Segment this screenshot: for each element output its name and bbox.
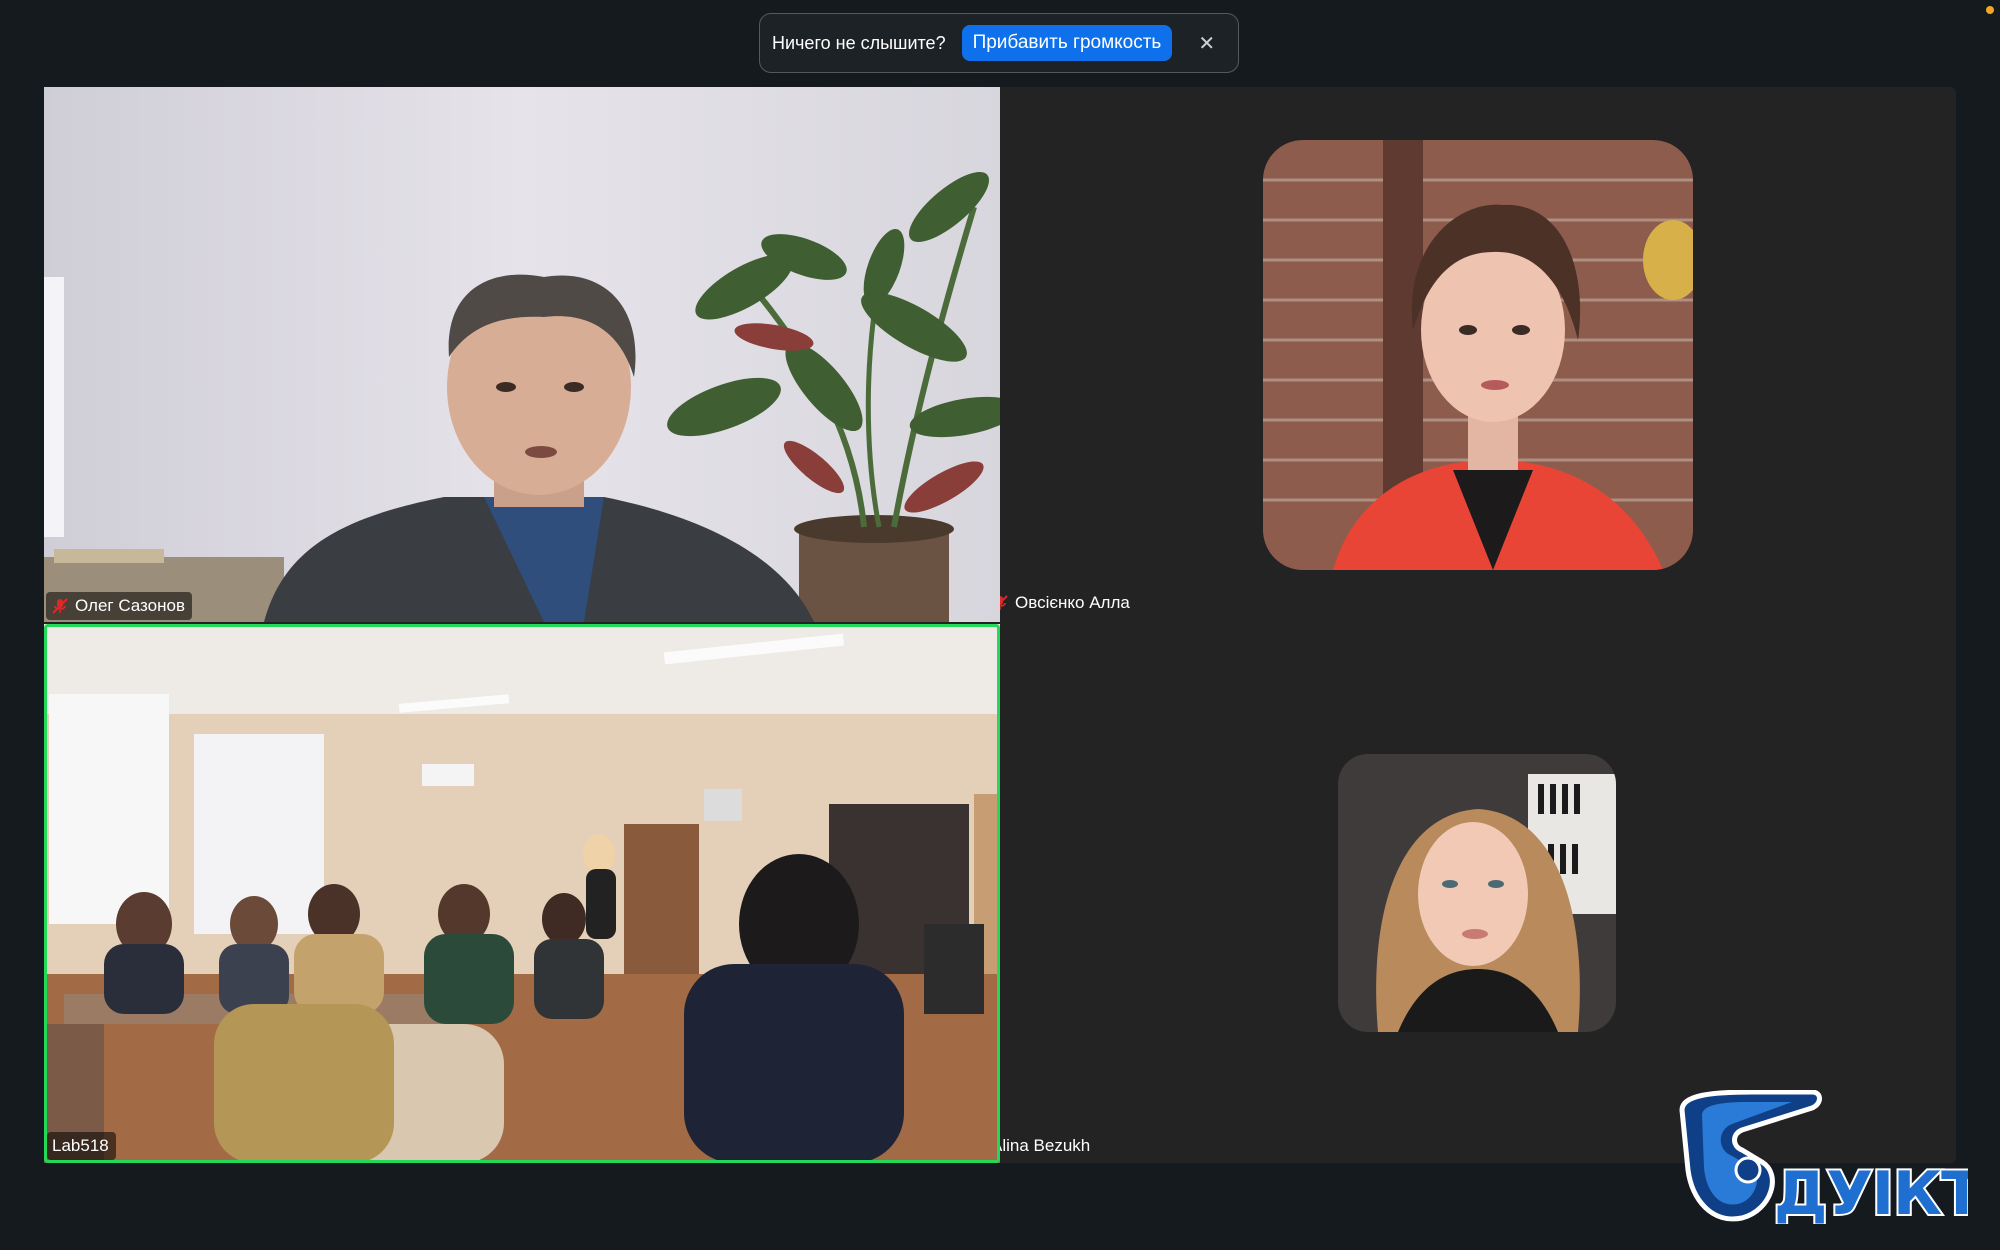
notification-message: Ничего не слышите? — [772, 32, 946, 53]
increase-volume-button[interactable]: Прибавить громкость — [961, 25, 1173, 61]
video-feed — [44, 624, 1000, 1163]
participant-name: Олег Сазонов — [75, 596, 185, 615]
mic-muted-icon — [52, 598, 68, 614]
recording-indicator — [1986, 6, 1994, 14]
avatar-photo — [1338, 754, 1616, 1032]
logo-mark: ДУІКТ — [1679, 1089, 1985, 1231]
duikt-logo: ДУІКТ — [1672, 1089, 1985, 1231]
participant-name-tag: Lab518 — [47, 1132, 116, 1160]
audio-notification: Ничего не слышите? Прибавить громкость ✕ — [759, 13, 1239, 73]
close-icon[interactable]: ✕ — [1198, 31, 1215, 56]
participant-tile-lab518[interactable]: Lab518 — [44, 624, 1000, 1163]
participant-name: Овсієнко Алла — [1015, 593, 1130, 612]
participant-name-tag: Alina Bezukh — [1000, 1132, 1097, 1160]
zoom-meeting-window: Ничего не слышите? Прибавить громкость ✕ — [0, 0, 2000, 1250]
video-feed — [44, 87, 1000, 622]
avatar — [1263, 140, 1693, 570]
avatar-photo — [1263, 140, 1693, 570]
avatar — [1338, 754, 1616, 1032]
logo-text: ДУІКТ — [1774, 1159, 1968, 1224]
mic-muted-icon — [1000, 595, 1008, 610]
participant-tile-alla[interactable]: Овсієнко Алла — [1000, 87, 1956, 622]
participant-tile-oleg[interactable]: Олег Сазонов — [44, 87, 1000, 622]
participant-tile-alina[interactable]: Alina Bezukh — [1000, 624, 1956, 1163]
participant-name-tag: Овсієнко Алла — [1000, 589, 1137, 617]
participant-name: Alina Bezukh — [1000, 1136, 1091, 1155]
participant-name-tag: Олег Сазонов — [46, 592, 192, 620]
participant-name: Lab518 — [52, 1136, 109, 1155]
